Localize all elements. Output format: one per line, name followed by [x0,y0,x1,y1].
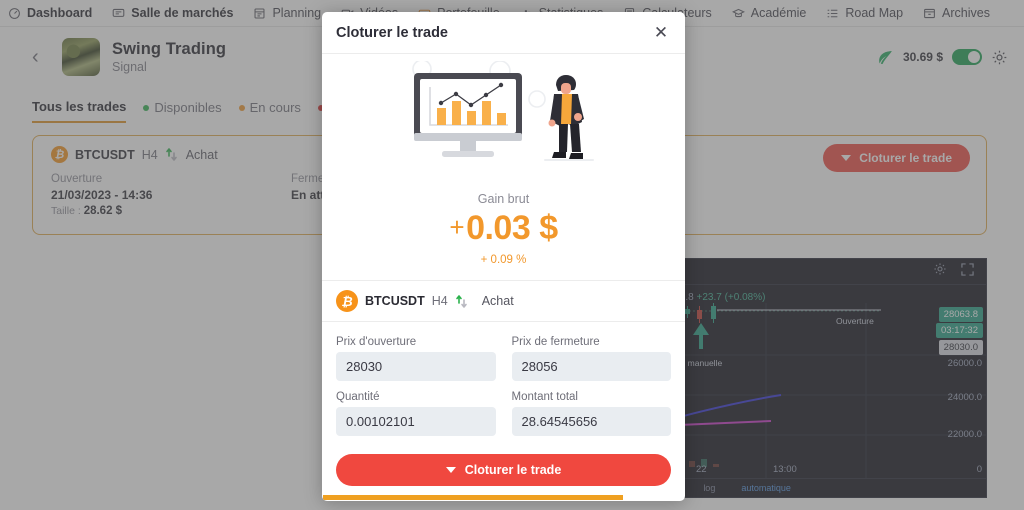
total-amount-input[interactable] [511,407,671,436]
field-label: Montant total [511,391,578,403]
monitor-chart-illustration [411,61,594,161]
trade-fields: Prix d'ouverture Prix de fermeture Quant… [322,322,685,440]
modal-symbol-row: ₿ BTCUSDT H4 Achat [322,280,685,322]
modal-timeframe: H4 [431,294,448,308]
submit-label: Cloturer le trade [464,463,562,477]
close-price-input[interactable] [511,352,671,381]
modal-body: Gain brut +0.03 $ + 0.09 % ₿ BTCUSDT H4 … [322,54,685,501]
illustration [322,54,685,184]
field-open-price: Prix d'ouverture [336,336,496,381]
field-quantity: Quantité [336,391,496,436]
gain-summary: Gain brut +0.03 $ + 0.09 % [322,184,685,266]
progress-bar [323,495,623,500]
field-label: Prix de fermeture [511,336,600,348]
close-trade-modal: Cloturer le trade ✕ Gain brut +0.03 $ + … [322,12,685,501]
gain-value: 0.03 $ [466,209,558,247]
modal-symbol: BTCUSDT [365,294,425,308]
quantity-input[interactable] [336,407,496,436]
open-price-input[interactable] [336,352,496,381]
buy-sell-arrows-icon [455,294,469,309]
field-label: Prix d'ouverture [336,336,417,348]
modal-side: Achat [481,294,514,308]
modal-title: Cloturer le trade [336,24,448,41]
field-close-price: Prix de fermeture [511,336,671,381]
submit-close-trade-button[interactable]: Cloturer le trade [336,454,671,486]
gain-value-row: +0.03 $ [322,209,685,248]
gain-percent: + 0.09 % [480,254,527,266]
app-root: Dashboard Salle de marchés Planning Vidé… [0,0,1024,510]
close-icon[interactable]: ✕ [651,24,671,41]
triangle-down-icon [445,467,456,473]
field-label: Quantité [336,391,380,403]
field-total-amount: Montant total [511,391,671,436]
gain-label: Gain brut [477,192,530,206]
gain-sign: + [449,212,465,242]
modal-header: Cloturer le trade ✕ [322,12,685,54]
bitcoin-icon: ₿ [336,290,358,312]
